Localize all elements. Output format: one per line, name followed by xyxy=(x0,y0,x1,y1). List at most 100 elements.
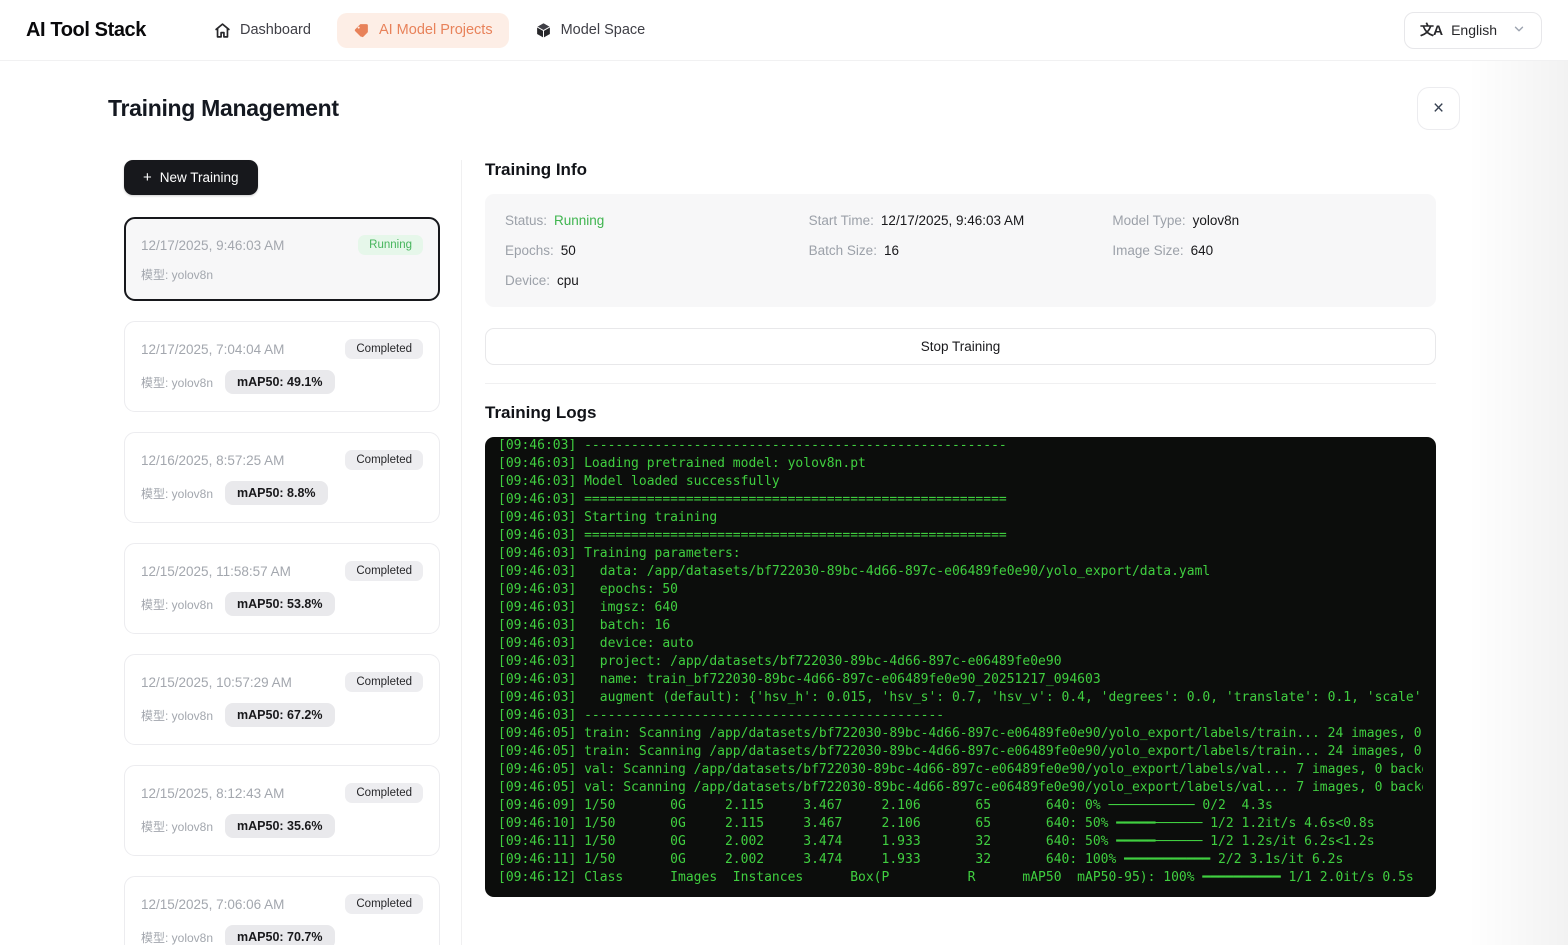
log-line: [09:46:03] name: train_bf722030-89bc-4d6… xyxy=(498,671,1423,689)
close-icon: × xyxy=(1433,98,1444,119)
epochs-value: 50 xyxy=(561,243,576,258)
section-divider xyxy=(485,383,1436,384)
log-line: [09:46:03] Training parameters: xyxy=(498,545,1423,563)
run-date: 12/16/2025, 8:57:25 AM xyxy=(141,453,284,468)
training-run-card[interactable]: 12/15/2025, 11:58:57 AM Completed 模型: yo… xyxy=(124,543,440,634)
log-line: [09:46:03] =============================… xyxy=(498,491,1423,509)
run-map50-badge: mAP50: 8.8% xyxy=(225,481,328,505)
run-date: 12/15/2025, 10:57:29 AM xyxy=(141,675,292,690)
log-line: [09:46:11] 1/50 0G 2.002 3.474 1.933 32 … xyxy=(498,851,1423,869)
info-label: Model Type: xyxy=(1112,213,1185,228)
run-date: 12/17/2025, 9:46:03 AM xyxy=(141,238,284,253)
nav-item-dashboard[interactable]: Dashboard xyxy=(198,13,327,48)
model-type-value: yolov8n xyxy=(1193,213,1240,228)
stop-training-button[interactable]: Stop Training xyxy=(485,328,1436,365)
run-date: 12/17/2025, 7:04:04 AM xyxy=(141,342,284,357)
run-status-badge: Completed xyxy=(345,894,423,914)
training-logs-heading: Training Logs xyxy=(485,403,1436,423)
log-line: [09:46:12] Class Images Instances Box(P … xyxy=(498,869,1423,887)
run-status-badge: Completed xyxy=(345,339,423,359)
language-label: English xyxy=(1451,22,1497,38)
info-field-status: Status: Running xyxy=(505,213,809,228)
image-size-value: 640 xyxy=(1191,243,1214,258)
run-model-label: 模型: yolov8n xyxy=(141,266,213,283)
log-line: [09:46:05] val: Scanning /app/datasets/b… xyxy=(498,761,1423,779)
info-label: Batch Size: xyxy=(809,243,877,258)
translate-icon: 文A xyxy=(1420,20,1442,40)
run-model-label: 模型: yolov8n xyxy=(141,485,213,502)
log-line: [09:46:03] Loading pretrained model: yol… xyxy=(498,455,1423,473)
new-training-button[interactable]: + New Training xyxy=(124,160,258,195)
log-line: [09:46:09] 1/50 0G 2.115 3.467 2.106 65 … xyxy=(498,797,1423,815)
log-line: [09:46:03] Starting training xyxy=(498,509,1423,527)
info-label: Image Size: xyxy=(1112,243,1183,258)
training-info-panel: Status: Running Start Time: 12/17/2025, … xyxy=(485,194,1436,307)
training-run-card[interactable]: 12/17/2025, 7:04:04 AM Completed 模型: yol… xyxy=(124,321,440,412)
batch-size-value: 16 xyxy=(884,243,899,258)
run-model-label: 模型: yolov8n xyxy=(141,596,213,613)
run-date: 12/15/2025, 7:06:06 AM xyxy=(141,897,284,912)
main-content: + New Training 12/17/2025, 9:46:03 AM Ru… xyxy=(108,160,1460,945)
training-run-card[interactable]: 12/15/2025, 8:12:43 AM Completed 模型: yol… xyxy=(124,765,440,856)
info-label: Start Time: xyxy=(809,213,874,228)
start-time-value: 12/17/2025, 9:46:03 AM xyxy=(881,213,1024,228)
log-line: [09:46:05] train: Scanning /app/datasets… xyxy=(498,743,1423,761)
info-label: Status: xyxy=(505,213,547,228)
log-line: [09:46:03] batch: 16 xyxy=(498,617,1423,635)
run-map50-badge: mAP50: 53.8% xyxy=(225,592,334,616)
run-map50-badge: mAP50: 35.6% xyxy=(225,814,334,838)
log-line: [09:46:03] project: /app/datasets/bf7220… xyxy=(498,653,1423,671)
nav-item-ai-model-projects[interactable]: AI Model Projects xyxy=(337,13,509,48)
training-run-card[interactable]: 12/15/2025, 10:57:29 AM Completed 模型: yo… xyxy=(124,654,440,745)
info-label: Device: xyxy=(505,273,550,288)
close-button[interactable]: × xyxy=(1417,87,1460,130)
training-run-card[interactable]: 12/15/2025, 7:06:06 AM Completed 模型: yol… xyxy=(124,876,440,945)
run-status-badge: Completed xyxy=(345,783,423,803)
top-nav: AI Tool Stack Dashboard AI Model Project… xyxy=(0,0,1568,61)
log-line: [09:46:03] augment (default): {'hsv_h': … xyxy=(498,689,1423,707)
run-model-label: 模型: yolov8n xyxy=(141,929,213,945)
run-date: 12/15/2025, 11:58:57 AM xyxy=(141,564,291,579)
run-list: 12/17/2025, 9:46:03 AM Running 模型: yolov… xyxy=(124,217,440,945)
home-icon xyxy=(214,22,231,39)
nav-item-label: AI Model Projects xyxy=(379,22,493,38)
log-line: [09:46:10] 1/50 0G 2.115 3.467 2.106 65 … xyxy=(498,815,1423,833)
run-date: 12/15/2025, 8:12:43 AM xyxy=(141,786,284,801)
info-field-start-time: Start Time: 12/17/2025, 9:46:03 AM xyxy=(809,213,1113,228)
page-header: Training Management × xyxy=(108,87,1460,130)
training-run-card[interactable]: 12/16/2025, 8:57:25 AM Completed 模型: yol… xyxy=(124,432,440,523)
info-field-model-type: Model Type: yolov8n xyxy=(1112,213,1416,228)
log-line: [09:46:03] data: /app/datasets/bf722030-… xyxy=(498,563,1423,581)
cube-icon xyxy=(535,22,552,39)
nav-item-model-space[interactable]: Model Space xyxy=(519,13,662,48)
run-map50-badge: mAP50: 67.2% xyxy=(225,703,334,727)
run-model-label: 模型: yolov8n xyxy=(141,818,213,835)
info-field-device: Device: cpu xyxy=(505,273,809,288)
status-value: Running xyxy=(554,213,604,228)
language-selector[interactable]: 文A English xyxy=(1404,12,1542,49)
nav-item-label: Dashboard xyxy=(240,22,311,38)
info-field-epochs: Epochs: 50 xyxy=(505,243,809,258)
tag-icon xyxy=(353,22,370,39)
device-value: cpu xyxy=(557,273,579,288)
run-status-badge: Running xyxy=(358,235,423,255)
run-map50-badge: mAP50: 49.1% xyxy=(225,370,334,394)
log-line: [09:46:03] =============================… xyxy=(498,527,1423,545)
training-log-console[interactable]: [09:46:03] -----------------------------… xyxy=(485,437,1436,897)
log-line: [09:46:03] imgsz: 640 xyxy=(498,599,1423,617)
run-model-label: 模型: yolov8n xyxy=(141,374,213,391)
log-line: [09:46:03] Model loaded successfully xyxy=(498,473,1423,491)
training-run-sidebar: + New Training 12/17/2025, 9:46:03 AM Ru… xyxy=(124,160,462,945)
app-brand: AI Tool Stack xyxy=(26,19,146,42)
training-run-card[interactable]: 12/17/2025, 9:46:03 AM Running 模型: yolov… xyxy=(124,217,440,301)
new-training-label: New Training xyxy=(160,170,239,185)
log-line: [09:46:03] device: auto xyxy=(498,635,1423,653)
run-status-badge: Completed xyxy=(345,672,423,692)
run-status-badge: Completed xyxy=(345,450,423,470)
log-line: [09:46:05] train: Scanning /app/datasets… xyxy=(498,725,1423,743)
run-model-label: 模型: yolov8n xyxy=(141,707,213,724)
log-line: [09:46:03] -----------------------------… xyxy=(498,437,1423,455)
nav-items: Dashboard AI Model Projects Model Space xyxy=(198,13,661,48)
log-line: [09:46:03] epochs: 50 xyxy=(498,581,1423,599)
log-line: [09:46:11] 1/50 0G 2.002 3.474 1.933 32 … xyxy=(498,833,1423,851)
